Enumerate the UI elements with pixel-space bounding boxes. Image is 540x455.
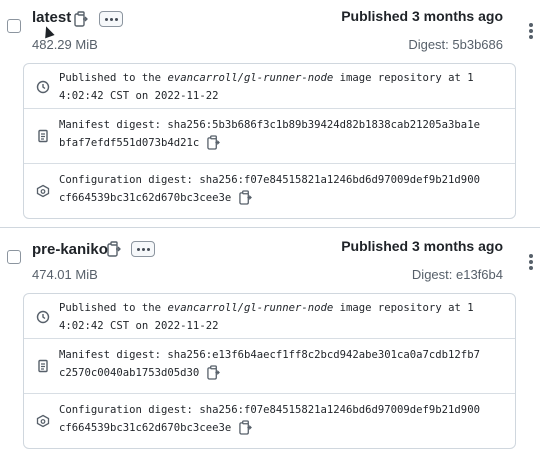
published-time: Published 3 months ago [341,238,503,254]
file-icon [36,359,50,373]
published-detail-row: Published to the evancarroll/gl-runner-n… [24,294,515,339]
clock-icon [36,310,50,324]
file-icon [36,129,50,143]
more-options-button[interactable] [131,241,155,257]
tag-details-panel: Published to the evancarroll/gl-runner-n… [23,63,516,219]
configuration-digest-text: Configuration digest: sha256:f07e8451582… [59,404,480,435]
manifest-digest-text: Manifest digest: sha256:e13f6b4aecf1ff8c… [59,349,480,380]
tag-row-pre-kaniko: pre-kaniko 474.01 MiB Published 3 months… [0,230,540,455]
manifest-digest-row: Manifest digest: sha256:5b3b686f3c1b89b3… [24,109,515,164]
select-tag-checkbox[interactable] [7,250,21,264]
tag-size: 482.29 MiB [32,37,98,52]
manifest-digest-text: Manifest digest: sha256:5b3b686f3c1b89b3… [59,119,480,150]
digest-short: Digest: e13f6b4 [411,267,503,282]
copy-icon[interactable] [74,11,88,27]
clock-icon [36,80,50,94]
kebab-menu-icon[interactable] [529,23,533,39]
select-tag-checkbox[interactable] [7,19,21,33]
tag-size: 474.01 MiB [32,267,98,282]
package-icon [36,184,50,198]
repository-name: evancarroll/gl-runner-node [167,302,334,314]
tag-name[interactable]: latest [32,9,71,26]
more-options-button[interactable] [99,11,123,27]
copy-icon[interactable] [207,365,221,380]
package-icon [36,414,50,428]
configuration-digest-row: Configuration digest: sha256:f07e8451582… [24,164,515,218]
configuration-digest-row: Configuration digest: sha256:f07e8451582… [24,394,515,448]
copy-icon[interactable] [107,241,121,257]
copy-icon[interactable] [207,135,221,150]
manifest-digest-row: Manifest digest: sha256:e13f6b4aecf1ff8c… [24,339,515,394]
tag-details-panel: Published to the evancarroll/gl-runner-n… [23,293,516,449]
published-detail-row: Published to the evancarroll/gl-runner-n… [24,64,515,109]
tag-row-latest: latest 482.29 MiB Published 3 months ago… [0,0,540,228]
tag-name[interactable]: pre-kaniko [32,241,108,258]
published-time: Published 3 months ago [341,8,503,24]
row-divider [0,227,540,228]
published-detail-text: Published to the evancarroll/gl-runner-n… [59,302,474,332]
copy-icon[interactable] [239,420,253,435]
published-detail-text: Published to the evancarroll/gl-runner-n… [59,72,474,102]
copy-icon[interactable] [239,190,253,205]
configuration-digest-text: Configuration digest: sha256:f07e8451582… [59,174,480,205]
repository-name: evancarroll/gl-runner-node [167,72,334,84]
digest-short: Digest: 5b3b686 [408,37,503,52]
kebab-menu-icon[interactable] [529,254,533,270]
